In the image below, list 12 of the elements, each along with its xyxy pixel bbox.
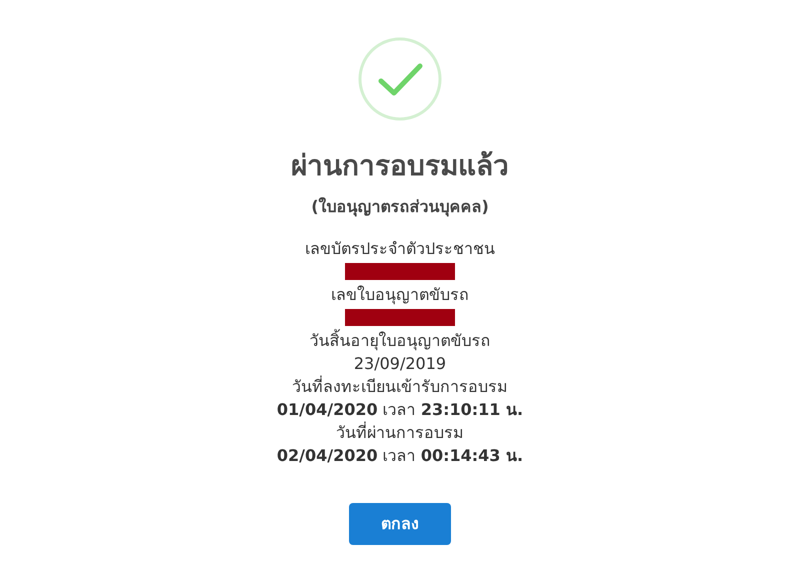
ok-button[interactable]: ตกลง <box>349 503 451 545</box>
field-label: วันที่ลงทะเบียนเข้ารับการอบรม <box>292 375 508 398</box>
field-label: วันสิ้นอายุใบอนุญาตขับรถ <box>309 329 490 352</box>
field-value: 01/04/2020 เวลา 23:10:11 น. <box>276 399 524 421</box>
field-label: เลขบัตรประจำตัวประชาชน <box>304 238 495 260</box>
status-title: ผ่านการอบรมแล้ว <box>291 148 509 183</box>
license-type: (ใบอนุญาตรถส่วนบุคคล) <box>311 196 489 218</box>
field-label: เลขใบอนุญาตขับรถ <box>330 284 469 306</box>
field-value: 02/04/2020 เวลา 00:14:43 น. <box>276 445 524 467</box>
field-value: 23/09/2019 <box>354 353 446 375</box>
check-icon <box>357 36 443 122</box>
field-label: วันที่ผ่านการอบรม <box>336 421 464 444</box>
